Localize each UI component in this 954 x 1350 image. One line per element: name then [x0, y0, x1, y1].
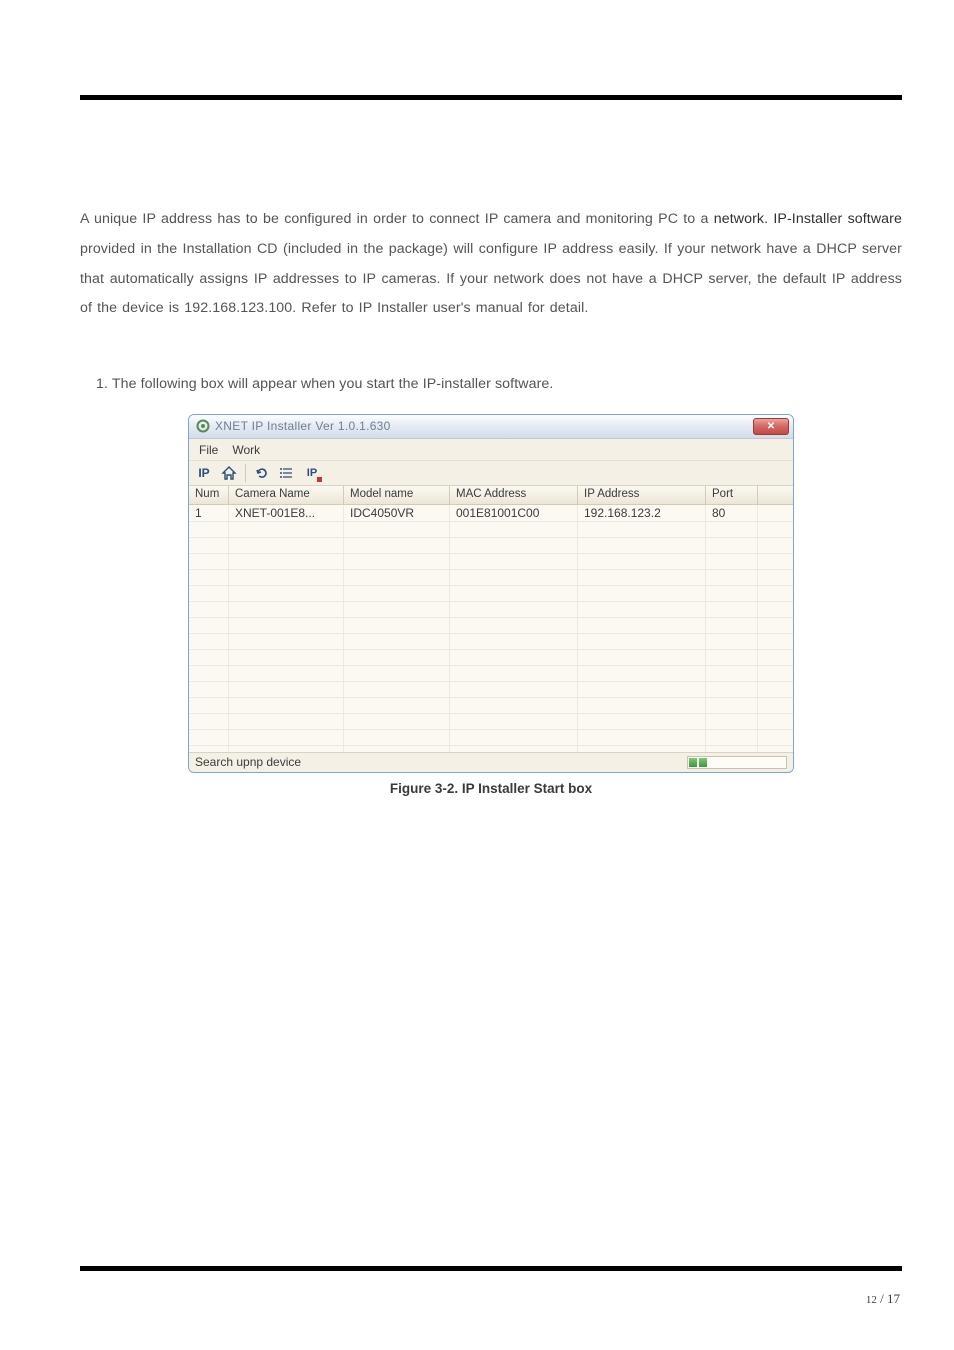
- window-title: XNET IP Installer Ver 1.0.1.630: [215, 419, 753, 433]
- intro-text-dark: network. IP-Installer software: [714, 211, 902, 227]
- progress-segment: [699, 758, 707, 767]
- page-total: 17: [887, 1291, 900, 1306]
- table-gridlines: [189, 505, 793, 752]
- menubar: File Work: [189, 439, 793, 460]
- table-header: Num Camera Name Model name MAC Address I…: [189, 485, 793, 505]
- table-row[interactable]: 1 XNET-001E8... IDC4050VR 001E81001C00 1…: [189, 505, 793, 521]
- refresh-icon[interactable]: [251, 463, 273, 483]
- home-icon[interactable]: [218, 463, 240, 483]
- cell-num: 1: [189, 506, 229, 520]
- cell-model: IDC4050VR: [344, 506, 450, 520]
- intro-paragraph: A unique IP address has to be configured…: [80, 205, 902, 324]
- cell-mac: 001E81001C00: [450, 506, 578, 520]
- intro-text-1: A unique IP address has to be configured…: [80, 211, 714, 227]
- figure-caption: Figure 3-2. IP Installer Start box: [80, 781, 902, 796]
- bottom-rule: [80, 1266, 902, 1271]
- cell-camera: XNET-001E8...: [229, 506, 344, 520]
- cell-port: 80: [706, 506, 758, 520]
- progress-bar: [687, 756, 787, 769]
- toolbar: IP IP: [189, 460, 793, 485]
- col-mac-header[interactable]: MAC Address: [450, 486, 578, 504]
- statusbar: Search upnp device: [189, 752, 793, 772]
- menu-file[interactable]: File: [195, 441, 228, 459]
- menu-work[interactable]: Work: [228, 441, 270, 459]
- close-icon: ✕: [767, 421, 775, 432]
- intro-text-2: provided in the Installation CD (include…: [80, 241, 902, 317]
- ip-device-icon[interactable]: IP: [301, 463, 323, 483]
- page-number: 12 / 17: [866, 1291, 900, 1307]
- col-tail-header: [758, 486, 793, 504]
- toolbar-separator: [245, 464, 246, 482]
- cell-ip: 192.168.123.2: [578, 506, 706, 520]
- progress-segment: [689, 758, 697, 767]
- page-content: A unique IP address has to be configured…: [80, 205, 902, 796]
- close-button[interactable]: ✕: [753, 418, 789, 435]
- col-ip-header[interactable]: IP Address: [578, 486, 706, 504]
- status-text: Search upnp device: [195, 755, 687, 769]
- col-port-header[interactable]: Port: [706, 486, 758, 504]
- top-rule: [80, 95, 902, 100]
- titlebar[interactable]: XNET IP Installer Ver 1.0.1.630 ✕: [189, 415, 793, 439]
- col-model-header[interactable]: Model name: [344, 486, 450, 504]
- tool-ip[interactable]: IP: [193, 463, 215, 483]
- page-current: 12: [866, 1294, 877, 1306]
- step-1-text: 1. The following box will appear when yo…: [96, 370, 902, 400]
- table-body[interactable]: 1 XNET-001E8... IDC4050VR 001E81001C00 1…: [189, 505, 793, 752]
- col-num-header[interactable]: Num: [189, 486, 229, 504]
- list-icon[interactable]: [276, 463, 298, 483]
- app-icon: [195, 419, 210, 434]
- ip-installer-window: XNET IP Installer Ver 1.0.1.630 ✕ File W…: [188, 414, 794, 773]
- col-camera-header[interactable]: Camera Name: [229, 486, 344, 504]
